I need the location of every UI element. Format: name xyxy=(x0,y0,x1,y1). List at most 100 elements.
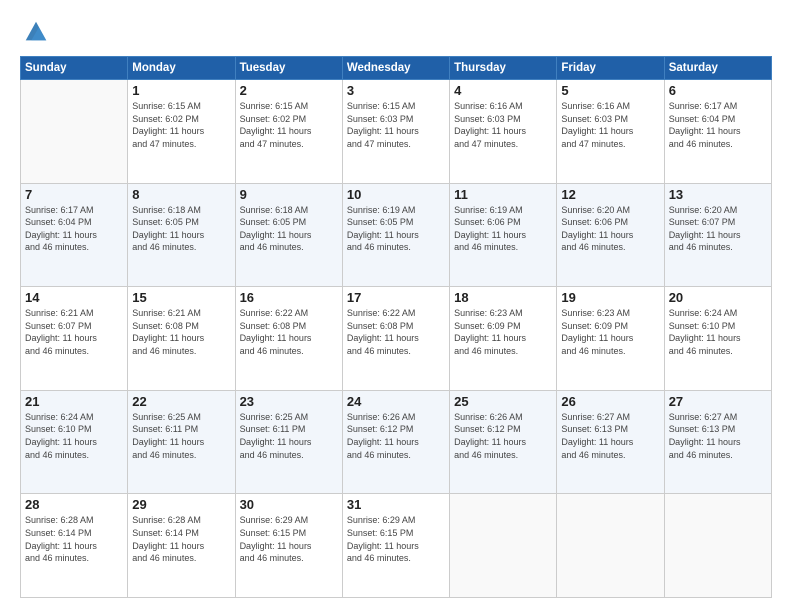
calendar-cell xyxy=(557,494,664,598)
calendar-cell: 21 Sunrise: 6:24 AM Sunset: 6:10 PM Dayli… xyxy=(21,390,128,494)
calendar-cell: 19Sunrise: 6:23 AM Sunset: 6:09 PM Dayli… xyxy=(557,287,664,391)
day-number: 26 xyxy=(561,394,659,409)
day-info: Sunrise: 6:15 AM Sunset: 6:02 PM Dayligh… xyxy=(240,100,338,150)
calendar-cell: 29 Sunrise: 6:28 AM Sunset: 6:14 PM Dayli… xyxy=(128,494,235,598)
calendar-header-wednesday: Wednesday xyxy=(342,57,449,80)
calendar-cell: 7Sunrise: 6:17 AM Sunset: 6:04 PM Daylig… xyxy=(21,183,128,287)
day-number: 29 xyxy=(132,497,230,512)
day-info: Sunrise: 6:19 AM Sunset: 6:05 PM Dayligh… xyxy=(347,204,445,254)
day-number: 5 xyxy=(561,83,659,98)
day-info: Sunrise: 6:15 AM Sunset: 6:02 PM Dayligh… xyxy=(132,100,230,150)
calendar-header-thursday: Thursday xyxy=(450,57,557,80)
day-number: 30 xyxy=(240,497,338,512)
calendar-cell: 28 Sunrise: 6:28 AM Sunset: 6:14 PM Dayli… xyxy=(21,494,128,598)
day-number: 28 xyxy=(25,497,123,512)
day-number: 14 xyxy=(25,290,123,305)
day-info: Sunrise: 6:20 AM Sunset: 6:06 PM Dayligh… xyxy=(561,204,659,254)
calendar-week-row: 7Sunrise: 6:17 AM Sunset: 6:04 PM Daylig… xyxy=(21,183,772,287)
day-number: 21 xyxy=(25,394,123,409)
day-number: 17 xyxy=(347,290,445,305)
day-info: Sunrise: 6:29 AM Sunset: 6:15 PM Dayligh… xyxy=(240,514,338,564)
calendar-cell: 20 Sunrise: 6:24 AM Sunset: 6:10 PM Dayli… xyxy=(664,287,771,391)
day-number: 1 xyxy=(132,83,230,98)
day-number: 15 xyxy=(132,290,230,305)
day-number: 11 xyxy=(454,187,552,202)
calendar-header-sunday: Sunday xyxy=(21,57,128,80)
calendar-cell: 18Sunrise: 6:23 AM Sunset: 6:09 PM Dayli… xyxy=(450,287,557,391)
calendar-cell: 4Sunrise: 6:16 AM Sunset: 6:03 PM Daylig… xyxy=(450,80,557,184)
day-number: 6 xyxy=(669,83,767,98)
day-info: Sunrise: 6:19 AM Sunset: 6:06 PM Dayligh… xyxy=(454,204,552,254)
day-info: Sunrise: 6:22 AM Sunset: 6:08 PM Dayligh… xyxy=(240,307,338,357)
logo xyxy=(20,18,50,46)
calendar-cell: 17Sunrise: 6:22 AM Sunset: 6:08 PM Dayli… xyxy=(342,287,449,391)
calendar-cell: 30 Sunrise: 6:29 AM Sunset: 6:15 PM Dayli… xyxy=(235,494,342,598)
day-info: Sunrise: 6:15 AM Sunset: 6:03 PM Dayligh… xyxy=(347,100,445,150)
day-info: Sunrise: 6:26 AM Sunset: 6:12 PM Dayligh… xyxy=(454,411,552,461)
calendar-cell: 3 Sunrise: 6:15 AM Sunset: 6:03 PM Daylig… xyxy=(342,80,449,184)
calendar-cell xyxy=(450,494,557,598)
day-info: Sunrise: 6:24 AM Sunset: 6:10 PM Dayligh… xyxy=(669,307,767,357)
day-number: 23 xyxy=(240,394,338,409)
calendar-week-row: 21 Sunrise: 6:24 AM Sunset: 6:10 PM Dayli… xyxy=(21,390,772,494)
day-info: Sunrise: 6:25 AM Sunset: 6:11 PM Dayligh… xyxy=(240,411,338,461)
day-number: 16 xyxy=(240,290,338,305)
calendar-cell: 23 Sunrise: 6:25 AM Sunset: 6:11 PM Dayli… xyxy=(235,390,342,494)
calendar-cell: 2 Sunrise: 6:15 AM Sunset: 6:02 PM Daylig… xyxy=(235,80,342,184)
calendar-cell: 14Sunrise: 6:21 AM Sunset: 6:07 PM Dayli… xyxy=(21,287,128,391)
day-number: 10 xyxy=(347,187,445,202)
calendar-cell: 25 Sunrise: 6:26 AM Sunset: 6:12 PM Dayli… xyxy=(450,390,557,494)
day-info: Sunrise: 6:18 AM Sunset: 6:05 PM Dayligh… xyxy=(240,204,338,254)
calendar-cell: 26 Sunrise: 6:27 AM Sunset: 6:13 PM Dayli… xyxy=(557,390,664,494)
calendar-cell: 5 Sunrise: 6:16 AM Sunset: 6:03 PM Daylig… xyxy=(557,80,664,184)
calendar-cell xyxy=(21,80,128,184)
calendar-cell: 10 Sunrise: 6:19 AM Sunset: 6:05 PM Dayli… xyxy=(342,183,449,287)
day-info: Sunrise: 6:17 AM Sunset: 6:04 PM Dayligh… xyxy=(669,100,767,150)
day-number: 4 xyxy=(454,83,552,98)
calendar-cell: 12 Sunrise: 6:20 AM Sunset: 6:06 PM Dayli… xyxy=(557,183,664,287)
calendar-cell: 13 Sunrise: 6:20 AM Sunset: 6:07 PM Dayli… xyxy=(664,183,771,287)
calendar-table: SundayMondayTuesdayWednesdayThursdayFrid… xyxy=(20,56,772,598)
day-info: Sunrise: 6:28 AM Sunset: 6:14 PM Dayligh… xyxy=(132,514,230,564)
day-info: Sunrise: 6:28 AM Sunset: 6:14 PM Dayligh… xyxy=(25,514,123,564)
day-info: Sunrise: 6:21 AM Sunset: 6:08 PM Dayligh… xyxy=(132,307,230,357)
day-number: 2 xyxy=(240,83,338,98)
day-info: Sunrise: 6:26 AM Sunset: 6:12 PM Dayligh… xyxy=(347,411,445,461)
calendar-cell: 22Sunrise: 6:25 AM Sunset: 6:11 PM Dayli… xyxy=(128,390,235,494)
day-info: Sunrise: 6:17 AM Sunset: 6:04 PM Dayligh… xyxy=(25,204,123,254)
day-number: 3 xyxy=(347,83,445,98)
day-number: 8 xyxy=(132,187,230,202)
day-info: Sunrise: 6:23 AM Sunset: 6:09 PM Dayligh… xyxy=(561,307,659,357)
calendar-header-monday: Monday xyxy=(128,57,235,80)
page: SundayMondayTuesdayWednesdayThursdayFrid… xyxy=(0,0,792,612)
day-info: Sunrise: 6:27 AM Sunset: 6:13 PM Dayligh… xyxy=(669,411,767,461)
day-number: 20 xyxy=(669,290,767,305)
header xyxy=(20,18,772,46)
day-number: 27 xyxy=(669,394,767,409)
calendar-cell: 31 Sunrise: 6:29 AM Sunset: 6:15 PM Dayli… xyxy=(342,494,449,598)
day-number: 13 xyxy=(669,187,767,202)
calendar-week-row: 28 Sunrise: 6:28 AM Sunset: 6:14 PM Dayli… xyxy=(21,494,772,598)
day-info: Sunrise: 6:20 AM Sunset: 6:07 PM Dayligh… xyxy=(669,204,767,254)
day-info: Sunrise: 6:29 AM Sunset: 6:15 PM Dayligh… xyxy=(347,514,445,564)
day-number: 9 xyxy=(240,187,338,202)
calendar-header-saturday: Saturday xyxy=(664,57,771,80)
calendar-cell: 24Sunrise: 6:26 AM Sunset: 6:12 PM Dayli… xyxy=(342,390,449,494)
day-info: Sunrise: 6:18 AM Sunset: 6:05 PM Dayligh… xyxy=(132,204,230,254)
calendar-cell: 8 Sunrise: 6:18 AM Sunset: 6:05 PM Daylig… xyxy=(128,183,235,287)
calendar-cell xyxy=(664,494,771,598)
day-info: Sunrise: 6:16 AM Sunset: 6:03 PM Dayligh… xyxy=(561,100,659,150)
calendar-cell: 9 Sunrise: 6:18 AM Sunset: 6:05 PM Daylig… xyxy=(235,183,342,287)
day-info: Sunrise: 6:27 AM Sunset: 6:13 PM Dayligh… xyxy=(561,411,659,461)
logo-icon xyxy=(22,18,50,46)
day-number: 25 xyxy=(454,394,552,409)
day-info: Sunrise: 6:24 AM Sunset: 6:10 PM Dayligh… xyxy=(25,411,123,461)
calendar-cell: 15 Sunrise: 6:21 AM Sunset: 6:08 PM Dayli… xyxy=(128,287,235,391)
calendar-header-friday: Friday xyxy=(557,57,664,80)
day-number: 31 xyxy=(347,497,445,512)
day-info: Sunrise: 6:23 AM Sunset: 6:09 PM Dayligh… xyxy=(454,307,552,357)
calendar-cell: 27 Sunrise: 6:27 AM Sunset: 6:13 PM Dayli… xyxy=(664,390,771,494)
calendar-cell: 11 Sunrise: 6:19 AM Sunset: 6:06 PM Dayli… xyxy=(450,183,557,287)
day-number: 12 xyxy=(561,187,659,202)
calendar-week-row: 14Sunrise: 6:21 AM Sunset: 6:07 PM Dayli… xyxy=(21,287,772,391)
